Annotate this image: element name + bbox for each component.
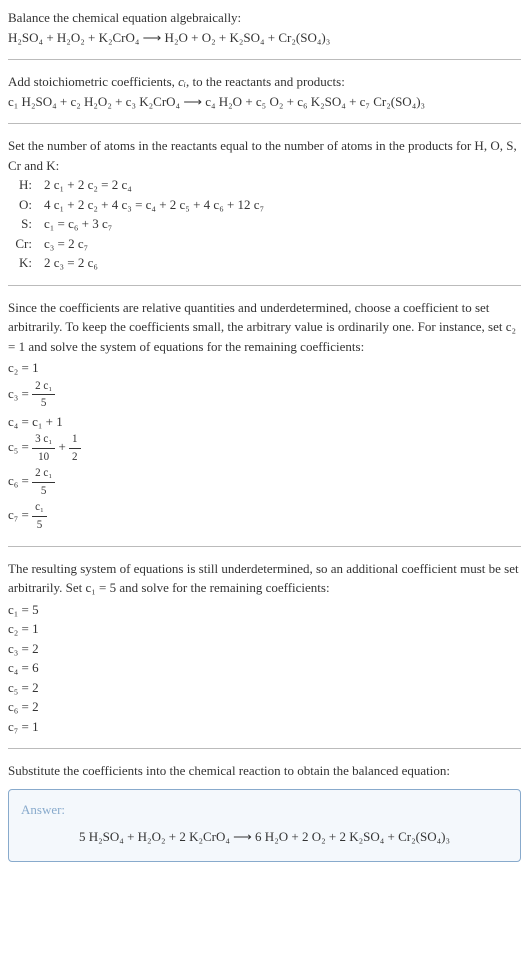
balance-row: S: c₁ = c₆ + 3 c₇ (8, 214, 521, 234)
element-equation: c₁ = c₆ + 3 c₇ (44, 214, 112, 234)
instruction-1: Balance the chemical equation algebraica… (8, 8, 521, 28)
balance-equations: H: 2 c₁ + 2 c₂ = 2 c₄ O: 4 c₁ + 2 c₂ + 4… (8, 175, 521, 273)
balance-row: K: 2 c₃ = 2 c₆ (8, 253, 521, 273)
element-equation: 4 c₁ + 2 c₂ + 4 c₃ = c₄ + 2 c₅ + 4 c₆ + … (44, 195, 264, 215)
coef-value: c₃ = 2 (8, 639, 521, 659)
instruction-2: Add stoichiometric coefficients, cᵢ, to … (8, 72, 521, 92)
divider (8, 59, 521, 60)
element-label: S: (8, 214, 32, 234)
equation-with-coefficients: c₁ H₂SO₄ + c₂ H₂O₂ + c₃ K₂CrO₄ ⟶ c₄ H₂O … (8, 92, 521, 112)
element-equation: 2 c₃ = 2 c₆ (44, 253, 98, 273)
coef-value: c₄ = 6 (8, 658, 521, 678)
element-label: K: (8, 253, 32, 273)
element-label: O: (8, 195, 32, 215)
element-label: Cr: (8, 234, 32, 254)
coef-c4: c₄ = c₁ + 1 (8, 412, 521, 432)
coef-value: c₇ = 1 (8, 717, 521, 737)
element-label: H: (8, 175, 32, 195)
divider (8, 285, 521, 286)
solution-set-2: c₁ = 5 c₂ = 1 c₃ = 2 c₄ = 6 c₅ = 2 c₆ = … (8, 600, 521, 737)
instruction-5: The resulting system of equations is sti… (8, 559, 521, 598)
balanced-equation: 5 H₂SO₄ + H₂O₂ + 2 K₂CrO₄ ⟶ 6 H₂O + 2 O₂… (21, 823, 508, 851)
coef-c5: c₅ = 3 c₁10 + 12 (8, 431, 521, 465)
coef-value: c₁ = 5 (8, 600, 521, 620)
fraction: 12 (69, 431, 81, 465)
element-equation: c₃ = 2 c₇ (44, 234, 88, 254)
equation-unbalanced: H₂SO₄ + H₂O₂ + K₂CrO₄ ⟶ H₂O + O₂ + K₂SO₄… (8, 28, 521, 48)
coef-value: c₂ = 1 (8, 619, 521, 639)
answer-label: Answer: (21, 800, 508, 820)
element-equation: 2 c₁ + 2 c₂ = 2 c₄ (44, 175, 132, 195)
fraction: c₁5 (32, 499, 47, 533)
coef-c7: c₇ = c₁5 (8, 499, 521, 533)
answer-box: Answer: 5 H₂SO₄ + H₂O₂ + 2 K₂CrO₄ ⟶ 6 H₂… (8, 789, 521, 862)
coef-c6: c₆ = 2 c₁5 (8, 465, 521, 499)
fraction: 2 c₁5 (32, 465, 55, 499)
coef-value: c₅ = 2 (8, 678, 521, 698)
coef-c3: c₃ = 2 c₁5 (8, 378, 521, 412)
coef-value: c₆ = 2 (8, 697, 521, 717)
divider (8, 546, 521, 547)
balance-row: Cr: c₃ = 2 c₇ (8, 234, 521, 254)
divider (8, 748, 521, 749)
solution-set-1: c₂ = 1 c₃ = 2 c₁5 c₄ = c₁ + 1 c₅ = 3 c₁1… (8, 358, 521, 534)
fraction: 2 c₁5 (32, 378, 55, 412)
instruction-6: Substitute the coefficients into the che… (8, 761, 521, 781)
balance-row: O: 4 c₁ + 2 c₂ + 4 c₃ = c₄ + 2 c₅ + 4 c₆… (8, 195, 521, 215)
coef-c2: c₂ = 1 (8, 358, 521, 378)
divider (8, 123, 521, 124)
balance-row: H: 2 c₁ + 2 c₂ = 2 c₄ (8, 175, 521, 195)
instruction-3: Set the number of atoms in the reactants… (8, 136, 521, 175)
ci-symbol: cᵢ (178, 74, 186, 89)
instruction-4: Since the coefficients are relative quan… (8, 298, 521, 357)
fraction: 3 c₁10 (32, 431, 55, 465)
